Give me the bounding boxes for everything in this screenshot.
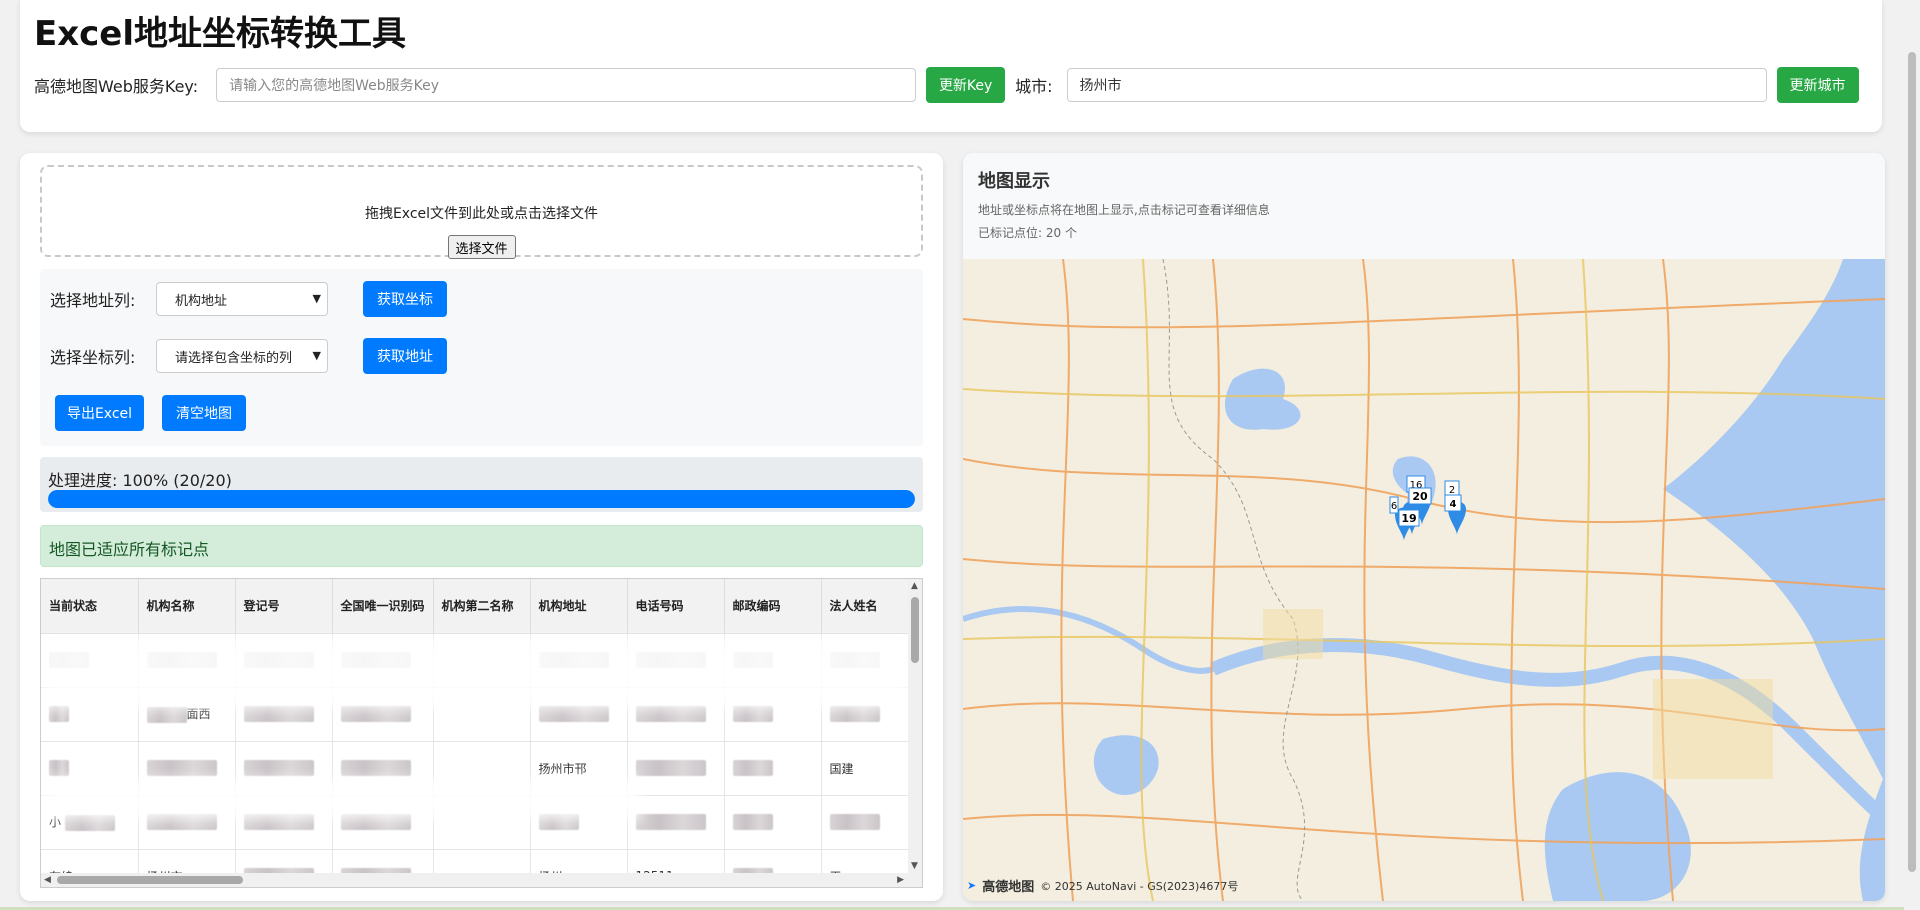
- marker-count: 已标记点位: 20 个: [978, 226, 1077, 240]
- dropzone-text: 拖拽Excel文件到此处或点击选择文件: [364, 206, 599, 222]
- redaction-overlay: [41, 639, 911, 709]
- map-panel: 地图显示 地址或坐标点将在地图上显示,点击标记可查看详细信息 已标记点位: 20…: [963, 153, 1885, 901]
- progress-text: 处理进度: 100% (20/20): [48, 471, 232, 490]
- chevron-down-icon: ▼: [312, 292, 321, 305]
- marker-label: 2: [1449, 485, 1455, 496]
- river: [1210, 638, 1885, 825]
- redaction-overlay: [41, 779, 641, 819]
- scroll-right-icon[interactable]: ▶: [897, 875, 904, 885]
- table-cell: [627, 795, 725, 850]
- coordinate-column-value: 请选择包含坐标的列: [175, 350, 293, 366]
- get-address-button[interactable]: 获取地址: [363, 338, 447, 374]
- river: [963, 606, 1214, 674]
- table-cell: [821, 795, 919, 850]
- chevron-down-icon: ▼: [312, 349, 321, 362]
- clear-map-button[interactable]: 清空地图: [162, 395, 246, 431]
- amap-logo-icon: ➤: [967, 879, 977, 892]
- marker-label: 19: [1401, 512, 1416, 525]
- lake: [1093, 735, 1159, 796]
- cell-fragment: 面西: [186, 707, 211, 722]
- table-cell: [724, 795, 822, 850]
- column-header[interactable]: 机构地址: [530, 579, 628, 634]
- city-input[interactable]: 扬州市: [1066, 68, 1767, 102]
- scroll-up-icon[interactable]: ▲: [911, 581, 918, 591]
- coordinate-column-select[interactable]: 请选择包含坐标的列 ▼: [156, 339, 328, 373]
- table-vertical-scrollbar[interactable]: ▲ ▼: [908, 579, 922, 887]
- table-cell: 国建: [821, 741, 919, 796]
- table-cell: [724, 741, 822, 796]
- cell-fragment: 国建: [829, 761, 854, 776]
- update-key-button[interactable]: 更新Key: [926, 67, 1006, 103]
- scrollbar-thumb[interactable]: [911, 597, 919, 663]
- map-canvas[interactable]: 16 20 6 19 2 4 ➤ 高德地图 © 2025 AutoNavi - …: [963, 259, 1885, 901]
- column-header[interactable]: 机构第二名称: [433, 579, 531, 634]
- scrollbar-thumb[interactable]: [1908, 52, 1916, 872]
- column-header[interactable]: 法人姓名: [821, 579, 919, 634]
- lake: [1224, 368, 1301, 430]
- table-horizontal-scrollbar[interactable]: ◀ ▶: [41, 873, 922, 887]
- update-city-button[interactable]: 更新城市: [1776, 67, 1859, 103]
- coordinate-column-label: 选择坐标列:: [50, 348, 136, 367]
- sea-area: [1663, 259, 1885, 901]
- amap-brand: 高德地图: [982, 880, 1035, 895]
- page-scrollbar[interactable]: [1904, 0, 1920, 910]
- marker-label: 20: [1412, 490, 1428, 503]
- column-header[interactable]: 全国唯一识别码: [332, 579, 434, 634]
- scroll-down-icon[interactable]: ▼: [911, 861, 918, 871]
- map-title: 地图显示: [978, 171, 1050, 192]
- key-city-row: 高德地图Web服务Key: 请输入您的高德地图Web服务Key 更新Key 城市…: [34, 67, 1870, 103]
- column-header[interactable]: 邮政编码: [724, 579, 822, 634]
- address-column-label: 选择地址列:: [50, 291, 136, 310]
- get-coordinates-button[interactable]: 获取坐标: [363, 281, 447, 317]
- road-network: [963, 259, 1885, 901]
- marker-label: 4: [1450, 499, 1457, 510]
- map-attribution: ➤ 高德地图 © 2025 AutoNavi - GS(2023)4677号: [967, 876, 1238, 895]
- progress-fill: [48, 490, 915, 508]
- map-copyright: © 2025 AutoNavi - GS(2023)4677号: [1040, 879, 1239, 893]
- table-cell: [627, 741, 725, 796]
- column-header[interactable]: 登记号: [235, 579, 333, 634]
- controls-panel: 选择地址列: 机构地址 ▼ 获取坐标 选择坐标列: 请选择包含坐标的列 ▼ 获取…: [40, 269, 923, 446]
- page-title: Excel地址坐标转换工具: [34, 14, 407, 54]
- column-header[interactable]: 电话号码: [627, 579, 725, 634]
- urban-area: [1653, 679, 1773, 779]
- progress-box: 处理进度: 100% (20/20): [40, 457, 923, 512]
- map-svg: 16 20 6 19 2 4: [963, 259, 1885, 901]
- urban-area: [1263, 609, 1323, 659]
- map-subtitle: 地址或坐标点将在地图上显示,点击标记可查看详细信息: [978, 203, 1270, 217]
- scrollbar-thumb[interactable]: [57, 876, 243, 884]
- column-header[interactable]: 机构名称: [138, 579, 236, 634]
- status-alert: 地图已适应所有标记点: [40, 525, 923, 567]
- choose-file-button[interactable]: 选择文件: [447, 235, 516, 259]
- address-column-select[interactable]: 机构地址 ▼: [156, 282, 328, 316]
- scroll-left-icon[interactable]: ◀: [44, 875, 51, 885]
- address-column-value: 机构地址: [175, 293, 228, 309]
- marker-label: 6: [1391, 501, 1397, 512]
- header-card: Excel地址坐标转换工具 高德地图Web服务Key: 请输入您的高德地图Web…: [20, 0, 1882, 132]
- table-header-row: 当前状态 机构名称 登记号 全国唯一识别码 机构第二名称 机构地址 电话号码 邮…: [41, 579, 919, 634]
- file-dropzone[interactable]: 拖拽Excel文件到此处或点击选择文件 选择文件: [40, 165, 923, 259]
- data-table-container[interactable]: 当前状态 机构名称 登记号 全国唯一识别码 机构第二名称 机构地址 电话号码 邮…: [40, 578, 923, 888]
- province-boundary: [1162, 259, 1306, 901]
- cell-fragment: 扬州市邗: [538, 761, 587, 776]
- export-excel-button[interactable]: 导出Excel: [55, 395, 144, 431]
- column-header[interactable]: 当前状态: [41, 579, 139, 634]
- left-panel: 拖拽Excel文件到此处或点击选择文件 选择文件 选择地址列: 机构地址 ▼ 获…: [20, 153, 943, 901]
- city-label: 城市:: [1015, 77, 1053, 96]
- key-input[interactable]: 请输入您的高德地图Web服务Key: [216, 68, 917, 102]
- progress-bar: [48, 490, 915, 508]
- key-label: 高德地图Web服务Key:: [34, 77, 199, 96]
- data-table: 当前状态 机构名称 登记号 全国唯一识别码 机构第二名称 机构地址 电话号码 邮…: [41, 579, 919, 887]
